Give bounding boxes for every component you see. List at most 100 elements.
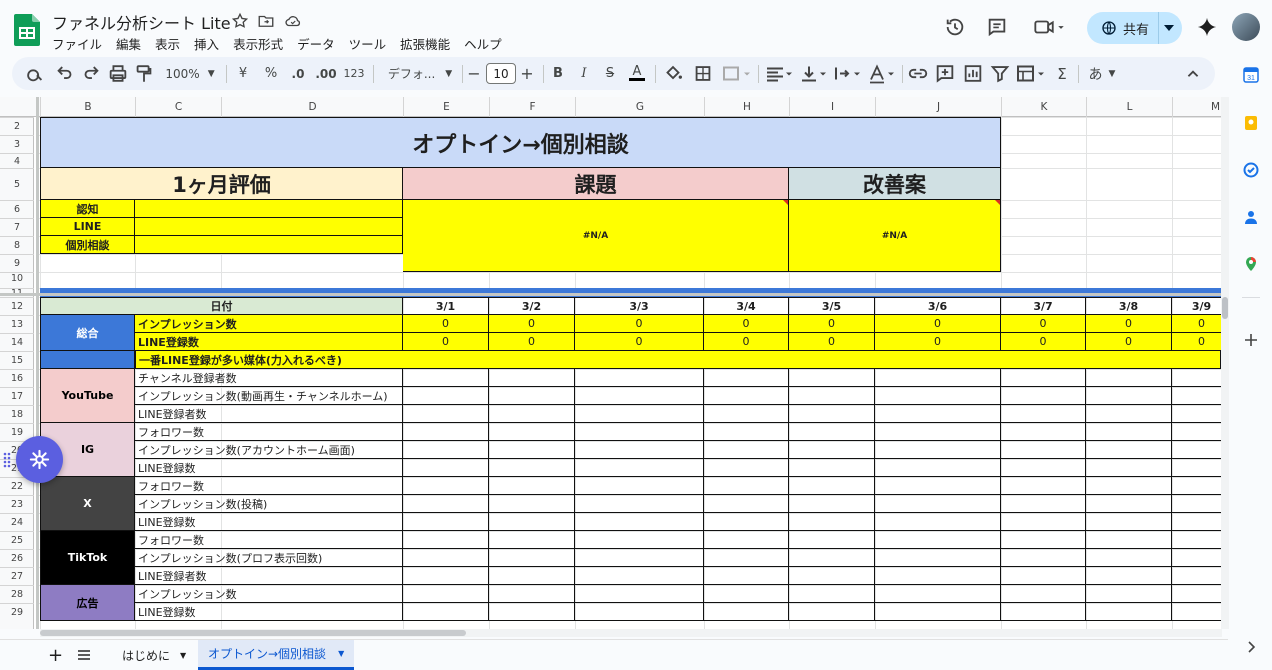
media-value-cell[interactable]	[1172, 369, 1222, 387]
media-value-cell[interactable]	[875, 477, 1001, 495]
media-value-cell[interactable]	[1001, 585, 1086, 603]
media-metric-cell[interactable]: チャンネル登録者数	[135, 369, 403, 387]
media-value-cell[interactable]	[1172, 531, 1222, 549]
currency-button[interactable]: ¥	[232, 57, 254, 90]
media-metric-cell[interactable]: LINE登録者数	[135, 567, 403, 585]
media-value-cell[interactable]	[789, 603, 875, 621]
media-value-cell[interactable]	[1086, 585, 1172, 603]
media-group-cell[interactable]: 広告	[40, 585, 135, 621]
hide-side-panel-icon[interactable]	[1243, 639, 1259, 655]
increase-font-size-button[interactable]: +	[519, 57, 535, 90]
date-header-cell[interactable]: 日付	[40, 297, 403, 315]
media-value-cell[interactable]	[875, 603, 1001, 621]
summary-value-cell[interactable]: 0	[575, 333, 704, 351]
print-icon[interactable]	[107, 57, 129, 90]
media-value-cell[interactable]	[704, 441, 789, 459]
zoom-select[interactable]: 100% ▼	[162, 57, 218, 90]
summary-value-cell[interactable]: 0	[789, 333, 875, 351]
sheets-logo-icon[interactable]	[14, 14, 40, 46]
media-value-cell[interactable]	[489, 567, 575, 585]
media-value-cell[interactable]	[489, 549, 575, 567]
filter-views-icon[interactable]	[1015, 57, 1047, 90]
issue-na-cell[interactable]: #N/A	[403, 200, 789, 272]
media-metric-cell[interactable]: インプレッション数(アカウントホーム画面)	[135, 441, 403, 459]
media-value-cell[interactable]	[489, 495, 575, 513]
eval-value-cell[interactable]	[135, 200, 403, 218]
spreadsheet-grid[interactable]: BCDEFGHIJKLM 234567891011121314151617181…	[0, 97, 1222, 629]
media-value-cell[interactable]	[789, 513, 875, 531]
media-value-cell[interactable]	[704, 531, 789, 549]
menu-data[interactable]: データ	[297, 34, 335, 53]
font-size-input[interactable]: 10	[486, 63, 516, 84]
maps-icon[interactable]	[1243, 256, 1259, 272]
bold-button[interactable]: B	[548, 57, 568, 90]
share-dropdown-icon[interactable]	[1164, 24, 1174, 32]
media-value-cell[interactable]	[789, 585, 875, 603]
media-value-cell[interactable]	[1001, 603, 1086, 621]
media-value-cell[interactable]	[789, 405, 875, 423]
media-value-cell[interactable]	[1086, 495, 1172, 513]
summary-label-cell[interactable]	[40, 351, 135, 369]
issue-header-cell[interactable]: 課題	[403, 168, 789, 200]
media-value-cell[interactable]	[704, 585, 789, 603]
vertical-scroll-thumb[interactable]	[1222, 297, 1228, 319]
media-value-cell[interactable]	[1172, 585, 1222, 603]
media-value-cell[interactable]	[1172, 387, 1222, 405]
eval-label-cell[interactable]: LINE	[40, 218, 135, 236]
document-title[interactable]: ファネル分析シート Lite	[52, 10, 231, 34]
media-value-cell[interactable]	[1086, 567, 1172, 585]
media-value-cell[interactable]	[575, 441, 704, 459]
media-value-cell[interactable]	[489, 387, 575, 405]
share-button[interactable]: 共有	[1087, 12, 1182, 44]
media-value-cell[interactable]	[575, 459, 704, 477]
media-metric-cell[interactable]: LINE登録数	[135, 459, 403, 477]
media-value-cell[interactable]	[789, 549, 875, 567]
media-metric-cell[interactable]: インプレッション数(動画再生・チャンネルホーム)	[135, 387, 403, 405]
media-value-cell[interactable]	[704, 405, 789, 423]
media-value-cell[interactable]	[575, 513, 704, 531]
summary-value-cell[interactable]: 0	[489, 333, 575, 351]
star-icon[interactable]	[231, 12, 249, 30]
summary-value-cell[interactable]: 0	[403, 315, 489, 333]
media-metric-cell[interactable]: フォロワー数	[135, 477, 403, 495]
media-value-cell[interactable]	[789, 441, 875, 459]
media-value-cell[interactable]	[403, 495, 489, 513]
media-value-cell[interactable]	[704, 387, 789, 405]
media-value-cell[interactable]	[403, 549, 489, 567]
horizontal-align-icon[interactable]	[764, 57, 794, 90]
media-value-cell[interactable]	[1001, 423, 1086, 441]
font-select[interactable]: デフォ... ▼	[380, 57, 460, 90]
media-value-cell[interactable]	[1001, 531, 1086, 549]
menu-view[interactable]: 表示	[155, 34, 180, 53]
media-value-cell[interactable]	[575, 405, 704, 423]
media-value-cell[interactable]	[875, 405, 1001, 423]
media-value-cell[interactable]	[789, 387, 875, 405]
media-value-cell[interactable]	[789, 459, 875, 477]
media-value-cell[interactable]	[1086, 369, 1172, 387]
version-history-icon[interactable]	[944, 16, 966, 38]
media-value-cell[interactable]	[1001, 405, 1086, 423]
summary-value-cell[interactable]: 0	[1001, 315, 1086, 333]
menu-tools[interactable]: ツール	[349, 34, 387, 53]
media-value-cell[interactable]	[875, 369, 1001, 387]
summary-metric-cell[interactable]: インプレッション数	[135, 315, 403, 333]
media-value-cell[interactable]	[1172, 513, 1222, 531]
media-value-cell[interactable]	[489, 441, 575, 459]
cloud-saved-icon[interactable]	[284, 12, 302, 30]
media-value-cell[interactable]	[575, 549, 704, 567]
media-value-cell[interactable]	[875, 513, 1001, 531]
summary-value-cell[interactable]: 0	[575, 315, 704, 333]
media-metric-cell[interactable]: インプレッション数(プロフ表示回数)	[135, 549, 403, 567]
account-avatar[interactable]	[1232, 13, 1260, 41]
menu-extensions[interactable]: 拡張機能	[400, 34, 450, 53]
paint-format-icon[interactable]	[133, 57, 155, 90]
media-value-cell[interactable]	[403, 603, 489, 621]
media-metric-cell[interactable]: インプレッション数(投稿)	[135, 495, 403, 513]
media-value-cell[interactable]	[575, 387, 704, 405]
media-value-cell[interactable]	[875, 441, 1001, 459]
media-value-cell[interactable]	[575, 495, 704, 513]
menu-format[interactable]: 表示形式	[233, 34, 283, 53]
media-value-cell[interactable]	[1001, 369, 1086, 387]
media-value-cell[interactable]	[403, 531, 489, 549]
italic-button[interactable]: I	[574, 57, 594, 90]
